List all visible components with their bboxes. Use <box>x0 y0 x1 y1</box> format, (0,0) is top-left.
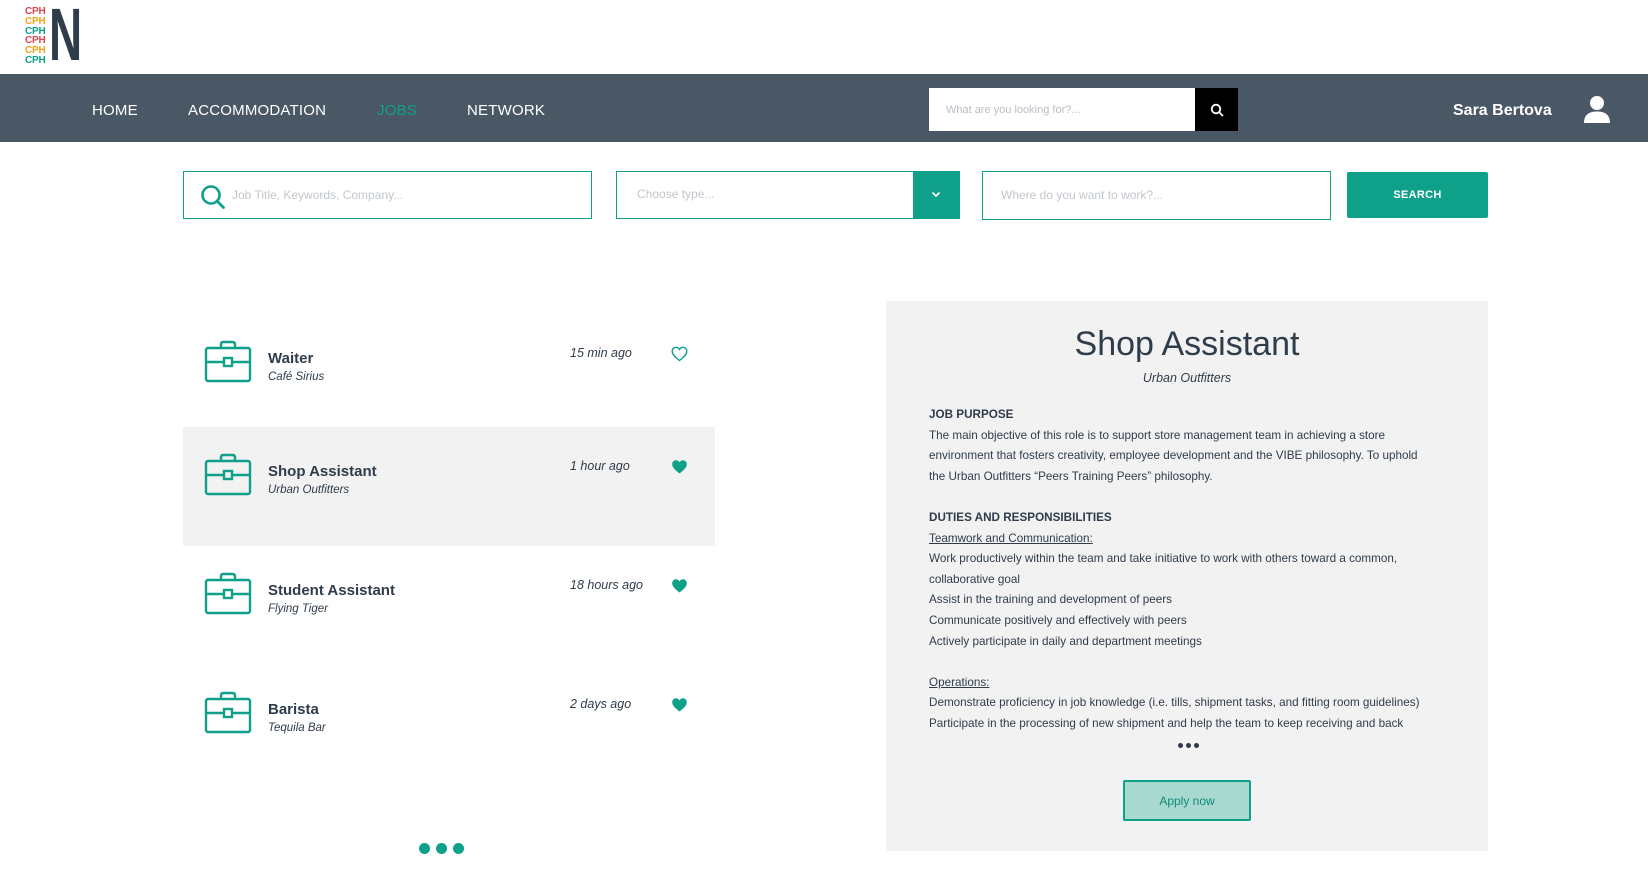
more-dot <box>1194 743 1199 748</box>
description-line: Assist in the training and development o… <box>929 593 1172 607</box>
more-dot <box>1178 743 1183 748</box>
nav-home[interactable]: HOME <box>92 74 138 142</box>
briefcase-icon <box>204 691 252 734</box>
more-dot <box>1186 743 1191 748</box>
logo-letter: N <box>49 0 83 76</box>
subsection-heading: Operations: <box>929 675 990 689</box>
job-type-placeholder: Choose type... <box>637 187 715 201</box>
briefcase-icon <box>204 453 252 496</box>
job-list-item[interactable]: Barista Tequila Bar 2 days ago <box>183 665 715 784</box>
description-line: Communicate positively and effectively w… <box>929 613 1187 627</box>
description-line: Actively participate in daily and depart… <box>929 634 1202 648</box>
briefcase-icon <box>204 572 252 615</box>
description-line: collaborative goal <box>929 572 1020 586</box>
chevron-down-icon <box>931 191 941 198</box>
job-type-dropdown-button[interactable] <box>912 170 960 219</box>
job-company: Flying Tiger <box>268 603 328 615</box>
job-title: Student Assistant <box>268 582 395 599</box>
description-line: Demonstrate proficiency in job knowledge… <box>929 696 1420 710</box>
user-name[interactable]: Sara Bertova <box>1453 74 1552 142</box>
heart-filled-icon[interactable] <box>671 459 688 475</box>
description-line: The main objective of this role is to su… <box>929 428 1386 442</box>
nav-network[interactable]: NETWORK <box>467 74 545 142</box>
keyword-search-input[interactable] <box>232 172 582 217</box>
job-posted-time: 18 hours ago <box>570 578 643 592</box>
section-heading: JOB PURPOSE <box>929 408 1014 421</box>
keyword-search-field <box>183 171 592 219</box>
job-posted-time: 1 hour ago <box>570 459 630 473</box>
job-title: Barista <box>268 701 319 718</box>
search-icon <box>201 185 225 209</box>
job-list-item[interactable]: Student Assistant Flying Tiger 18 hours … <box>183 546 715 665</box>
load-more-jobs[interactable] <box>419 843 464 854</box>
job-title: Waiter <box>268 350 314 367</box>
description-line: environment that fosters creativity, emp… <box>929 449 1418 463</box>
job-detail-company: Urban Outfitters <box>1142 371 1232 385</box>
read-more-ellipsis[interactable] <box>1178 743 1199 748</box>
global-search-input[interactable] <box>929 88 1195 131</box>
subsection-heading: Teamwork and Communication: <box>929 531 1093 545</box>
more-dot <box>436 843 447 854</box>
heart-outline-icon[interactable] <box>671 346 688 362</box>
site-logo[interactable]: CPH CPH CPH CPH CPH CPH N <box>25 0 85 72</box>
job-list-item[interactable]: Waiter Café Sirius 15 min ago <box>183 314 715 433</box>
job-search-button[interactable]: SEARCH <box>1347 172 1488 218</box>
section-heading: DUTIES AND RESPONSIBILITIES <box>929 510 1112 524</box>
apply-now-button[interactable]: Apply now <box>1123 780 1251 821</box>
heart-filled-icon[interactable] <box>671 697 688 713</box>
search-icon <box>1210 103 1223 116</box>
job-detail-panel: Shop Assistant Urban Outfitters JOB PURP… <box>886 301 1488 851</box>
nav-accommodation[interactable]: ACCOMMODATION <box>188 74 326 142</box>
more-dot <box>419 843 430 854</box>
job-detail-description: JOB PURPOSE The main objective of this r… <box>929 405 1449 735</box>
user-profile-icon[interactable] <box>1582 95 1612 123</box>
description-line: Participate in the processing of new shi… <box>929 716 1404 730</box>
global-search-button[interactable] <box>1195 88 1238 131</box>
description-line: Work productively within the team and ta… <box>929 552 1398 566</box>
heart-filled-icon[interactable] <box>671 578 688 594</box>
location-search-input[interactable] <box>1001 172 1321 218</box>
job-company: Tequila Bar <box>268 722 326 734</box>
job-title: Shop Assistant <box>268 463 377 480</box>
job-posted-time: 15 min ago <box>570 346 632 360</box>
job-type-select[interactable]: Choose type... <box>616 170 960 219</box>
job-posted-time: 2 days ago <box>570 697 632 711</box>
job-company: Urban Outfitters <box>268 484 350 496</box>
logo-cph-line: CPH <box>25 54 46 66</box>
main-navbar: HOME ACCOMMODATION JOBS NETWORK Sara Ber… <box>0 74 1648 142</box>
nav-jobs[interactable]: JOBS <box>377 74 417 142</box>
job-list-item-selected[interactable]: Shop Assistant Urban Outfitters 1 hour a… <box>183 427 715 546</box>
description-line: the Urban Outfitters “Peers Training Pee… <box>929 469 1213 483</box>
job-company: Café Sirius <box>268 371 325 383</box>
logo-cph-stack: CPH CPH CPH CPH CPH CPH <box>25 7 46 66</box>
briefcase-icon <box>204 340 252 383</box>
more-dot <box>453 843 464 854</box>
job-detail-title: Shop Assistant <box>1074 325 1300 363</box>
location-search-field <box>982 171 1331 220</box>
